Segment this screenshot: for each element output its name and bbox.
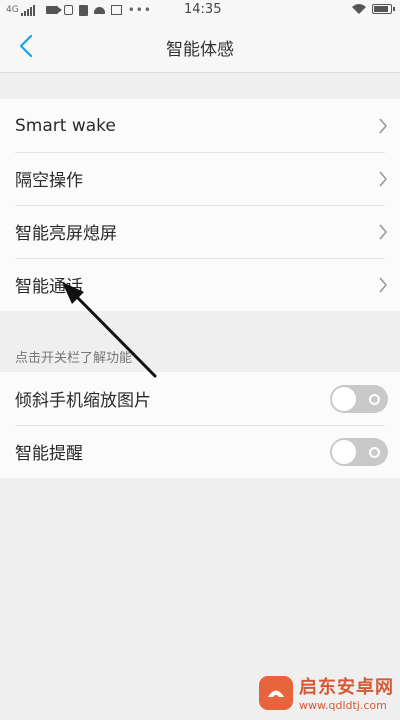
- toggle-row-tilt-zoom: 倾斜手机缩放图片: [0, 372, 400, 425]
- chevron-right-icon: [379, 224, 388, 240]
- menu-item-smart-wake[interactable]: Smart wake: [0, 99, 400, 152]
- toggle-knob: [332, 440, 356, 464]
- menu-item-label: 智能亮屏熄屏: [15, 224, 117, 244]
- settings-list: Smart wake 隔空操作 智能亮屏熄屏 智能通话: [0, 99, 400, 311]
- menu-item-smart-call[interactable]: 智能通话: [0, 258, 400, 311]
- wifi-icon: [352, 4, 366, 14]
- toggle-off-icon: [369, 447, 380, 458]
- android-icon: [93, 6, 105, 14]
- menu-item-air-gesture[interactable]: 隔空操作: [0, 152, 400, 205]
- toggle-knob: [332, 387, 356, 411]
- tilt-zoom-toggle[interactable]: [330, 385, 388, 413]
- chevron-right-icon: [379, 118, 388, 134]
- toggle-list: 倾斜手机缩放图片 智能提醒: [0, 372, 400, 478]
- title-bar: 智能体感: [0, 20, 400, 73]
- watermark-url: www.qdldtj.com: [299, 699, 387, 712]
- signal-icon: [20, 4, 36, 16]
- watermark: 启东安卓网 www.qdldtj.com: [259, 673, 394, 712]
- toggle-row-smart-reminder: 智能提醒: [0, 425, 400, 478]
- toggle-label: 倾斜手机缩放图片: [15, 391, 151, 411]
- video-icon: [45, 6, 62, 14]
- watermark-name: 启东安卓网: [299, 677, 394, 698]
- menu-item-smart-screen[interactable]: 智能亮屏熄屏: [0, 205, 400, 258]
- chevron-right-icon: [379, 171, 388, 187]
- watermark-logo-icon: [259, 675, 293, 710]
- toggle-label: 智能提醒: [15, 444, 83, 464]
- menu-item-label: 智能通话: [15, 277, 83, 297]
- smart-reminder-toggle[interactable]: [330, 438, 388, 466]
- battery-icon: [372, 4, 395, 14]
- section-hint: 点击开关栏了解功能: [15, 351, 133, 366]
- chevron-right-icon: [379, 277, 388, 293]
- menu-item-label: Smart wake: [15, 115, 116, 136]
- status-bar: 4G ••• 14:35: [0, 0, 400, 20]
- clock: 14:35: [184, 2, 222, 17]
- more-icon: •••: [127, 3, 152, 17]
- toggle-off-icon: [369, 394, 380, 405]
- menu-item-label: 隔空操作: [15, 171, 83, 191]
- box-icon: [63, 5, 73, 15]
- page-title: 智能体感: [166, 40, 234, 60]
- network-type: 4G: [6, 5, 19, 15]
- doc-icon: [78, 4, 88, 16]
- image-icon: [110, 5, 122, 15]
